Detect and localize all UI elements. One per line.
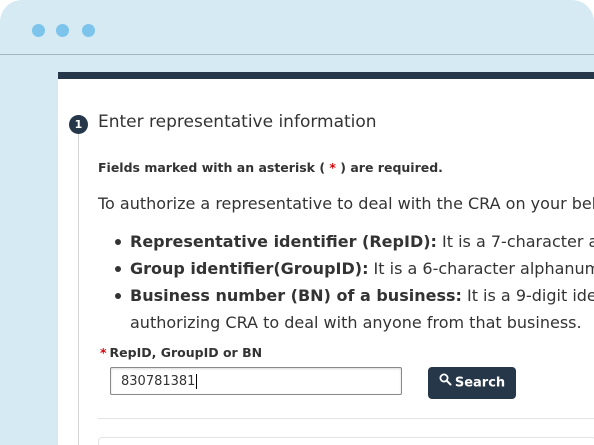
required-asterisk: * bbox=[100, 345, 107, 360]
bullet-dot bbox=[115, 239, 121, 245]
required-fields-note: Fields marked with an asterisk ( * ) are… bbox=[98, 160, 443, 175]
search-button-label: Search bbox=[454, 375, 506, 391]
browser-window: 1 Enter representative information Field… bbox=[0, 0, 594, 445]
bullet-dot bbox=[115, 266, 121, 272]
list-item: Business number (BN) of a business: It i… bbox=[115, 286, 594, 313]
page-content: 1 Enter representative information Field… bbox=[58, 72, 594, 445]
window-titlebar bbox=[0, 0, 594, 55]
header-bar bbox=[58, 72, 594, 79]
bullet-desc: It is a 6-character alphanumeric bbox=[373, 259, 594, 278]
step-connector-line bbox=[78, 134, 79, 445]
list-item: Group identifier(GroupID): It is a 6-cha… bbox=[115, 259, 594, 286]
search-icon bbox=[439, 367, 452, 399]
identifier-list: Representative identifier (RepID): It is… bbox=[115, 232, 594, 333]
bullet-term: Group identifier(GroupID): bbox=[130, 259, 369, 278]
list-item: Representative identifier (RepID): It is… bbox=[115, 232, 594, 259]
bullet-desc: It is a 7-character alphan bbox=[442, 232, 594, 251]
bullet-term: Representative identifier (RepID): bbox=[130, 232, 437, 251]
next-section-box bbox=[98, 437, 594, 445]
repid-field-label: * RepID, GroupID or BN bbox=[100, 345, 262, 360]
repid-input[interactable]: 830781381 bbox=[110, 367, 402, 395]
required-note-prefix: Fields marked with an asterisk ( bbox=[98, 160, 330, 175]
bullet-term: Business number (BN) of a business: bbox=[130, 286, 462, 305]
window-dot-2[interactable] bbox=[56, 24, 69, 37]
required-note-suffix: ) are required. bbox=[335, 160, 443, 175]
window-dot-3[interactable] bbox=[82, 24, 95, 37]
step-number-badge: 1 bbox=[69, 115, 88, 134]
list-item-continuation: authorizing CRA to deal with anyone from… bbox=[130, 313, 582, 332]
step-title: Enter representative information bbox=[98, 112, 377, 132]
repid-input-value: 830781381 bbox=[121, 374, 196, 389]
bullet-desc: It is a 9-digit identific bbox=[466, 286, 594, 305]
window-dot-1[interactable] bbox=[32, 24, 45, 37]
search-button[interactable]: Search bbox=[428, 367, 516, 399]
bullet-dot bbox=[115, 293, 121, 299]
repid-label-text: RepID, GroupID or BN bbox=[109, 345, 263, 360]
intro-text: To authorize a representative to deal wi… bbox=[98, 194, 594, 213]
section-divider bbox=[98, 418, 594, 419]
text-caret bbox=[196, 374, 198, 389]
